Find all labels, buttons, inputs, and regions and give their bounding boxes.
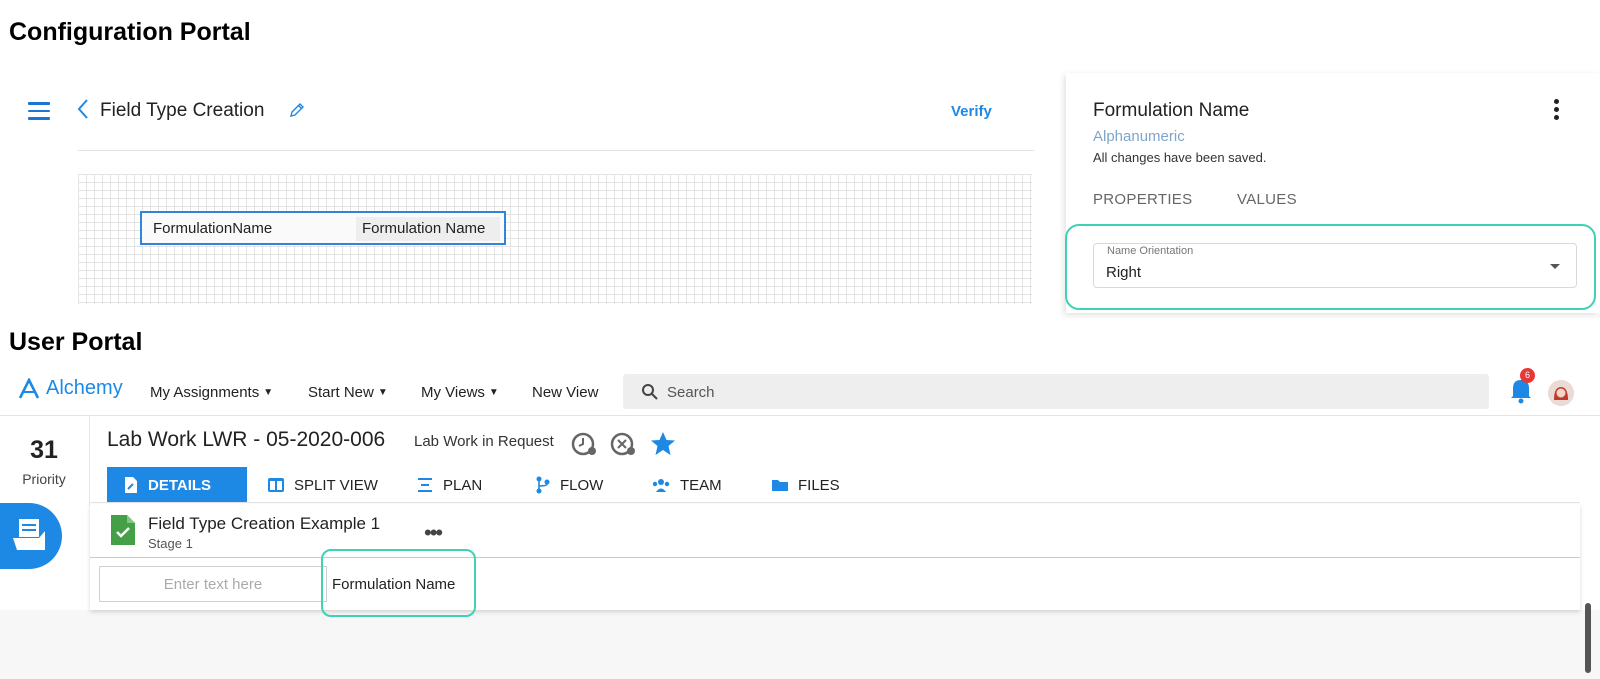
tabs-divider (90, 502, 1580, 503)
field-preview-label: Formulation Name (356, 217, 500, 241)
top-navigation: Alchemy My Assignments ▼ Start New ▼ My Vi… (0, 368, 1600, 416)
config-header: Field Type Creation Verify (0, 85, 1040, 135)
tab-plan[interactable]: PLAN (400, 467, 482, 503)
form-stage: Stage 1 (148, 536, 193, 551)
panel-title: Formulation Name (1093, 100, 1250, 121)
field-preview-box[interactable]: FormulationName Formulation Name (140, 211, 506, 245)
nav-start-new[interactable]: Start New ▼ (308, 384, 388, 401)
nav-my-assignments[interactable]: My Assignments ▼ (150, 384, 273, 401)
nav-my-views[interactable]: My Views ▼ (421, 384, 499, 401)
nav-label: My Views (421, 384, 485, 401)
record-status: Lab Work in Request (414, 433, 554, 450)
name-orientation-value: Right (1106, 264, 1142, 281)
avatar-image (1548, 380, 1574, 406)
tab-team[interactable]: TEAM (635, 467, 722, 503)
tab-values[interactable]: VALUES (1237, 191, 1297, 208)
record-title: Lab Work LWR - 05-2020-006 (107, 428, 386, 451)
menu-icon[interactable] (28, 102, 50, 120)
chevron-down-icon: ▼ (263, 387, 274, 398)
search-icon (642, 384, 658, 400)
search-bar[interactable] (623, 374, 1489, 409)
back-chevron-icon[interactable] (76, 98, 90, 120)
nav-label: Start New (308, 384, 374, 401)
alchemy-logo-icon (18, 377, 40, 399)
tab-split-view[interactable]: SPLIT VIEW (251, 467, 378, 503)
form-card: Field Type Creation Example 1 Stage 1 ••… (90, 504, 1580, 617)
details-doc-icon (125, 477, 137, 493)
configuration-portal-heading: Configuration Portal (9, 18, 251, 46)
cancel-clock-icon[interactable] (609, 430, 637, 458)
page-background (0, 610, 1600, 679)
page-title: Field Type Creation (100, 100, 265, 121)
priority-label: Priority (22, 471, 66, 487)
edit-pencil-icon[interactable] (288, 101, 306, 119)
search-input[interactable] (667, 380, 1447, 404)
tab-flow[interactable]: FLOW (519, 467, 603, 503)
formulation-name-label: Formulation Name (332, 576, 456, 593)
save-status: All changes have been saved. (1093, 150, 1267, 165)
priority-indicator: 31 Priority (0, 416, 90, 506)
chevron-down-icon: ▼ (488, 387, 499, 398)
tab-label: PLAN (443, 476, 483, 494)
tab-label: TEAM (680, 476, 722, 494)
form-document-icon (111, 515, 135, 545)
header-divider (78, 150, 1034, 151)
side-panel-toggle-button[interactable] (0, 503, 62, 569)
record-tabs: DETAILS SPLIT VIEW PLAN FLOW TEAM FILES (107, 467, 1577, 503)
notification-count-badge: 6 (1520, 368, 1535, 383)
user-avatar[interactable] (1548, 380, 1574, 406)
tab-files[interactable]: FILES (755, 467, 840, 503)
history-clock-icon[interactable] (570, 430, 598, 458)
chevron-down-icon: ▼ (377, 387, 388, 398)
field-preview-name: FormulationName (153, 220, 273, 237)
split-view-icon (268, 478, 284, 492)
tab-label: FILES (798, 476, 840, 494)
tab-label: SPLIT VIEW (294, 476, 378, 494)
tab-properties[interactable]: PROPERTIES (1093, 191, 1192, 208)
name-orientation-label: Name Orientation (1106, 245, 1195, 257)
open-folder-icon (13, 519, 45, 550)
name-orientation-select[interactable]: Name Orientation Right (1093, 243, 1577, 288)
nav-divider (0, 415, 1600, 416)
plan-icon (418, 478, 432, 492)
brand-logo[interactable]: Alchemy (18, 377, 123, 400)
dropdown-caret-icon (1550, 264, 1560, 269)
form-more-button[interactable]: ••• (424, 520, 443, 546)
form-title: Field Type Creation Example 1 (148, 514, 381, 533)
team-icon (652, 479, 670, 492)
vertical-scrollbar[interactable] (1585, 603, 1591, 673)
flow-icon (536, 476, 550, 494)
favorite-star-icon[interactable] (649, 430, 677, 458)
verify-button[interactable]: Verify (951, 103, 992, 120)
formulation-name-input[interactable] (99, 566, 327, 602)
brand-name: Alchemy (46, 377, 123, 399)
priority-value: 31 (30, 436, 58, 464)
user-portal-heading: User Portal (9, 328, 143, 356)
more-options-icon[interactable] (1554, 99, 1560, 123)
tab-label: DETAILS (148, 476, 212, 494)
folder-icon (772, 480, 788, 491)
tab-label: FLOW (560, 476, 604, 494)
form-card-header: Field Type Creation Example 1 Stage 1 ••… (90, 504, 1580, 558)
panel-type: Alphanumeric (1093, 128, 1185, 145)
nav-label: My Assignments (150, 384, 260, 401)
tab-details[interactable]: DETAILS (107, 467, 247, 503)
nav-new-view[interactable]: New View (532, 384, 598, 401)
